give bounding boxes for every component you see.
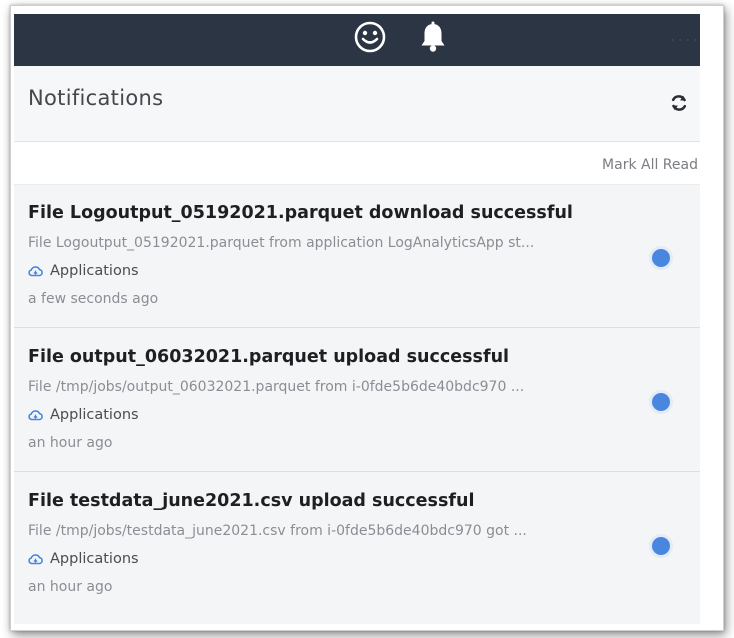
notification-description: File Logoutput_05192021.parquet from app… <box>28 235 535 251</box>
source-label: Applications <box>50 263 139 279</box>
unread-indicator[interactable] <box>652 537 670 555</box>
notification-time: an hour ago <box>28 579 113 595</box>
unread-indicator[interactable] <box>652 393 670 411</box>
notification-time: a few seconds ago <box>28 291 159 307</box>
notification-source: Applications <box>28 263 139 279</box>
refresh-icon[interactable] <box>669 93 689 117</box>
notification-source: Applications <box>28 551 139 567</box>
notification-item[interactable]: File Logoutput_05192021.parquet download… <box>14 185 700 328</box>
notification-description: File /tmp/jobs/output_06032021.parquet f… <box>28 379 525 395</box>
notification-item[interactable]: File output_06032021.parquet upload succ… <box>14 329 700 472</box>
bell-icon[interactable] <box>417 20 449 58</box>
mark-all-bar: Mark All Read <box>14 142 700 185</box>
panel-header: Notifications <box>14 66 700 142</box>
notification-title[interactable]: File Logoutput_05192021.parquet download… <box>28 203 573 223</box>
faded-menu-text: · · · · <box>670 36 698 46</box>
notification-description: File /tmp/jobs/testdata_june2021.csv fro… <box>28 523 527 539</box>
notification-title[interactable]: File output_06032021.parquet upload succ… <box>28 347 509 367</box>
notification-item[interactable]: File testdata_june2021.csv upload succes… <box>14 473 700 615</box>
cloud-sync-icon <box>28 263 50 279</box>
smiley-icon[interactable] <box>353 20 387 58</box>
panel-title: Notifications <box>28 86 164 110</box>
notification-time: an hour ago <box>28 435 113 451</box>
unread-indicator[interactable] <box>652 249 670 267</box>
cloud-sync-icon <box>28 551 50 567</box>
source-label: Applications <box>50 551 139 567</box>
notification-title[interactable]: File testdata_june2021.csv upload succes… <box>28 491 474 511</box>
mark-all-read-link[interactable]: Mark All Read <box>602 157 698 173</box>
notifications-panel: Notifications Mark All Read File Logoutp… <box>14 66 700 624</box>
notification-source: Applications <box>28 407 139 423</box>
top-navbar: · · · · <box>14 14 700 66</box>
source-label: Applications <box>50 407 139 423</box>
cloud-sync-icon <box>28 407 50 423</box>
